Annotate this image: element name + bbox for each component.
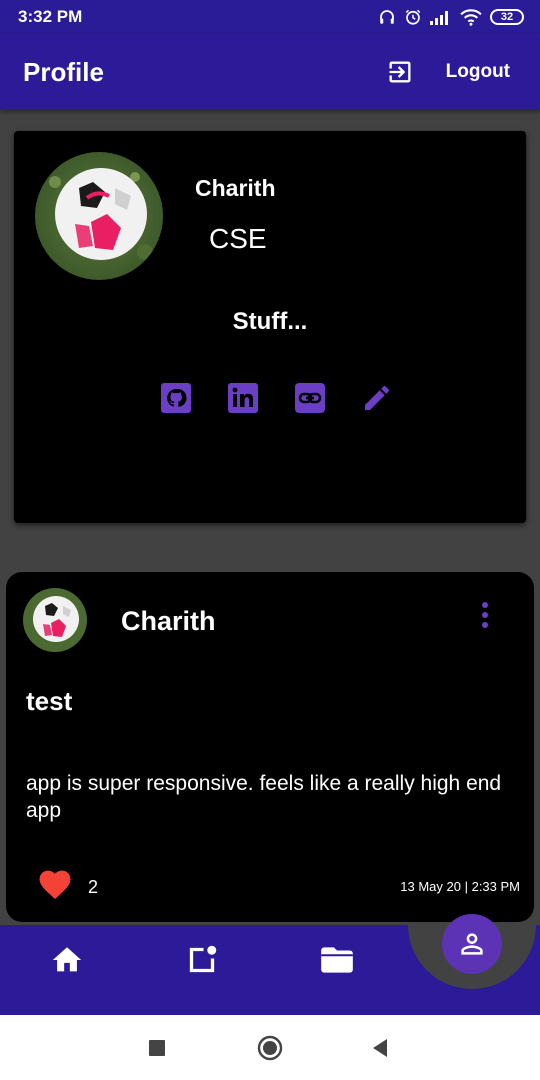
new-post-icon[interactable] — [184, 942, 220, 978]
back-icon[interactable] — [371, 1038, 389, 1058]
profile-bio: Stuff... — [232, 308, 308, 335]
post-body: app is super responsive. feels like a re… — [26, 772, 502, 822]
like-count: 2 — [88, 877, 99, 897]
logout-button[interactable]: Logout — [386, 58, 510, 86]
nav-new-post[interactable] — [182, 940, 222, 980]
github-icon[interactable] — [160, 382, 192, 414]
page-title: Profile — [23, 56, 104, 87]
more-vert-icon[interactable] — [480, 601, 490, 631]
status-bar: 3:32 PM 32 — [0, 0, 540, 34]
nav-files[interactable] — [317, 940, 357, 980]
social-links — [160, 382, 393, 414]
post-timestamp: 13 May 20 | 2:33 PM — [400, 879, 520, 894]
football-avatar-image — [23, 588, 87, 652]
nav-profile[interactable] — [442, 914, 502, 974]
post-title: test — [26, 686, 73, 716]
status-icons: 32 — [378, 8, 524, 26]
folder-icon[interactable] — [318, 941, 356, 979]
edit-icon[interactable] — [361, 382, 393, 414]
linkedin-icon[interactable] — [227, 382, 259, 414]
profile-icon[interactable] — [456, 928, 488, 960]
exit-to-app-icon[interactable] — [386, 58, 414, 86]
profile-name: Charith — [195, 175, 276, 201]
link-icon[interactable] — [294, 382, 326, 414]
headphones-icon — [380, 10, 394, 24]
profile-department: CSE — [209, 223, 267, 254]
post-author-avatar[interactable] — [23, 588, 87, 652]
home-icon[interactable] — [50, 943, 84, 977]
heart-icon[interactable] — [36, 866, 74, 900]
post-author: Charith — [121, 606, 216, 636]
signal-icon — [430, 11, 448, 25]
football-avatar-image — [35, 152, 163, 280]
battery-icon: 32 — [490, 9, 524, 25]
post-card[interactable]: Charith test app is super responsive. fe… — [6, 572, 534, 922]
wifi-icon — [460, 9, 482, 26]
logout-label[interactable]: Logout — [446, 61, 510, 83]
app-bar: Profile Logout — [0, 34, 540, 110]
recents-icon[interactable] — [148, 1039, 166, 1057]
alarm-icon — [405, 9, 421, 25]
profile-card: Charith CSE Stuff... — [14, 131, 526, 523]
avatar[interactable] — [35, 152, 163, 280]
home-system-icon[interactable] — [257, 1035, 283, 1061]
status-time: 3:32 PM — [18, 7, 83, 26]
nav-home[interactable] — [47, 940, 87, 980]
